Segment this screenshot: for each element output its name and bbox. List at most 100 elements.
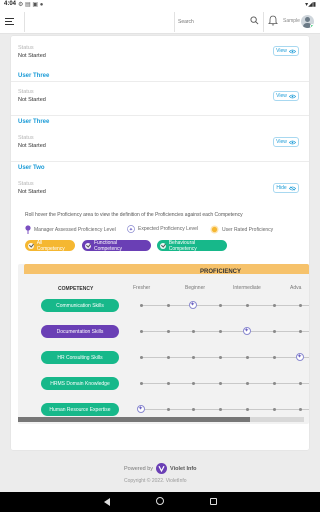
proficiency-track[interactable] bbox=[140, 357, 309, 358]
user-name-label: User Three bbox=[18, 119, 50, 125]
search-icon[interactable] bbox=[250, 16, 259, 25]
level-advanced: Adva bbox=[290, 285, 302, 291]
legend-manager: Manager Assessed Proficiency Level bbox=[25, 225, 116, 234]
proficiency-track[interactable] bbox=[140, 383, 309, 384]
check-icon bbox=[160, 242, 166, 249]
avatar[interactable] bbox=[301, 15, 314, 28]
proficiency-tick bbox=[273, 330, 276, 333]
competency-column-header: COMPETENCY bbox=[58, 286, 94, 292]
hide-button-label: Hide bbox=[276, 185, 287, 191]
proficiency-track[interactable] bbox=[140, 305, 309, 306]
signal-battery-icons: ▾◢▮ bbox=[305, 2, 316, 8]
horizontal-scrollbar[interactable] bbox=[18, 417, 304, 422]
back-icon[interactable] bbox=[104, 498, 110, 506]
eye-slash-icon bbox=[288, 186, 296, 190]
status-value: Not Started bbox=[18, 189, 46, 195]
filter-behavioural-competency[interactable]: Behavioural Competency bbox=[157, 239, 227, 252]
proficiency-tick bbox=[219, 356, 222, 359]
eye-icon bbox=[288, 140, 296, 144]
recents-icon[interactable] bbox=[210, 498, 217, 505]
user-row: User Three Status Not Started View bbox=[11, 116, 309, 162]
competency-pill[interactable]: Documentation Skills bbox=[41, 325, 119, 338]
proficiency-hint: Roll hover the Proficiency area to view … bbox=[25, 212, 243, 218]
svg-text:✦: ✦ bbox=[129, 227, 133, 233]
legend-manager-label: Manager Assessed Proficiency Level bbox=[34, 226, 116, 233]
divider bbox=[263, 12, 264, 32]
check-icon bbox=[28, 242, 34, 249]
proficiency-title: PROFICIENCY bbox=[200, 269, 242, 275]
proficiency-tick bbox=[167, 304, 170, 307]
level-beginner: Beginner bbox=[185, 285, 206, 291]
proficiency-tick bbox=[219, 304, 222, 307]
proficiency-tick bbox=[273, 356, 276, 359]
view-button-label: View bbox=[276, 139, 287, 145]
violet-info-logo-icon bbox=[156, 463, 168, 474]
bell-icon[interactable] bbox=[268, 15, 278, 26]
proficiency-tick bbox=[192, 356, 195, 359]
legend-user: User Rated Proficiency bbox=[210, 225, 273, 234]
proficiency-tick bbox=[167, 382, 170, 385]
proficiency-header-bar bbox=[24, 264, 309, 274]
expected-level-marker[interactable] bbox=[296, 353, 304, 361]
filter-functional-competency[interactable]: Functional Competency bbox=[82, 240, 151, 252]
expected-level-marker[interactable] bbox=[243, 327, 251, 335]
competency-pill[interactable]: Human Resource Expertise bbox=[41, 403, 119, 416]
proficiency-tick bbox=[192, 330, 195, 333]
home-icon[interactable] bbox=[156, 497, 164, 505]
hide-button[interactable]: Hide bbox=[273, 183, 299, 193]
powered-by: Powered by Violet Info bbox=[124, 463, 197, 474]
view-button[interactable]: View bbox=[273, 46, 299, 56]
eye-icon bbox=[288, 49, 296, 53]
competency-pill[interactable]: HRMS Domain Knowledge bbox=[41, 377, 119, 390]
status-value: Not Started bbox=[18, 97, 46, 103]
user-row: User Three Status Not Started View bbox=[11, 70, 309, 116]
proficiency-tick bbox=[192, 408, 195, 411]
view-button-label: View bbox=[276, 48, 287, 54]
proficiency-tick bbox=[192, 382, 195, 385]
proficiency-track[interactable] bbox=[140, 409, 309, 410]
scrollbar-thumb[interactable] bbox=[18, 417, 250, 422]
brand-name: Violet Info bbox=[170, 465, 197, 472]
proficiency-track[interactable] bbox=[140, 331, 309, 332]
user-name-label: User Two bbox=[18, 165, 45, 171]
search-input[interactable] bbox=[178, 16, 248, 28]
team-proficiency-card: Status Not Started View User Three Statu… bbox=[11, 36, 309, 450]
proficiency-tick bbox=[219, 408, 222, 411]
user-rated-circle-icon bbox=[210, 225, 219, 234]
expected-level-marker[interactable] bbox=[189, 301, 197, 309]
copyright: Copyright © 2022. VioletInfo bbox=[124, 478, 187, 484]
competency-pill[interactable]: Communication Skills bbox=[41, 299, 119, 312]
proficiency-tick bbox=[219, 330, 222, 333]
system-nav-bar bbox=[0, 492, 320, 512]
status-label: Status bbox=[18, 89, 34, 95]
proficiency-tick bbox=[273, 408, 276, 411]
proficiency-tick bbox=[299, 408, 302, 411]
expected-star-icon: ✦ bbox=[127, 225, 135, 233]
powered-by-label: Powered by bbox=[124, 465, 154, 472]
competency-pill[interactable]: HR Consulting Skills bbox=[41, 351, 119, 364]
filter-all-competency[interactable]: All Competency bbox=[25, 239, 75, 252]
proficiency-tick bbox=[299, 330, 302, 333]
user-row: User Two Status Not Started Hide bbox=[11, 162, 309, 208]
status-bar: 4:04 ⚙ ▤ ▣ ● ▾◢▮ bbox=[0, 0, 320, 10]
proficiency-tick bbox=[246, 356, 249, 359]
filter-label: All Competency bbox=[36, 239, 65, 252]
menu-icon[interactable] bbox=[4, 16, 16, 28]
filter-label: Behavioural Competency bbox=[168, 239, 197, 252]
view-button[interactable]: View bbox=[273, 137, 299, 147]
proficiency-tick bbox=[219, 382, 222, 385]
proficiency-tick bbox=[273, 304, 276, 307]
proficiency-tick bbox=[140, 330, 143, 333]
divider bbox=[24, 12, 25, 32]
view-button[interactable]: View bbox=[273, 91, 299, 101]
expected-level-marker[interactable] bbox=[137, 405, 145, 413]
legend-expected-label: Expected Proficiency Level bbox=[138, 226, 199, 232]
proficiency-tick bbox=[273, 382, 276, 385]
user-name[interactable]: Sample bbox=[283, 18, 300, 24]
divider bbox=[174, 12, 175, 32]
manager-pin-icon bbox=[25, 225, 31, 234]
eye-icon bbox=[288, 94, 296, 98]
proficiency-tick bbox=[140, 382, 143, 385]
legend-expected: ✦ Expected Proficiency Level bbox=[127, 225, 198, 233]
proficiency-tick bbox=[140, 304, 143, 307]
